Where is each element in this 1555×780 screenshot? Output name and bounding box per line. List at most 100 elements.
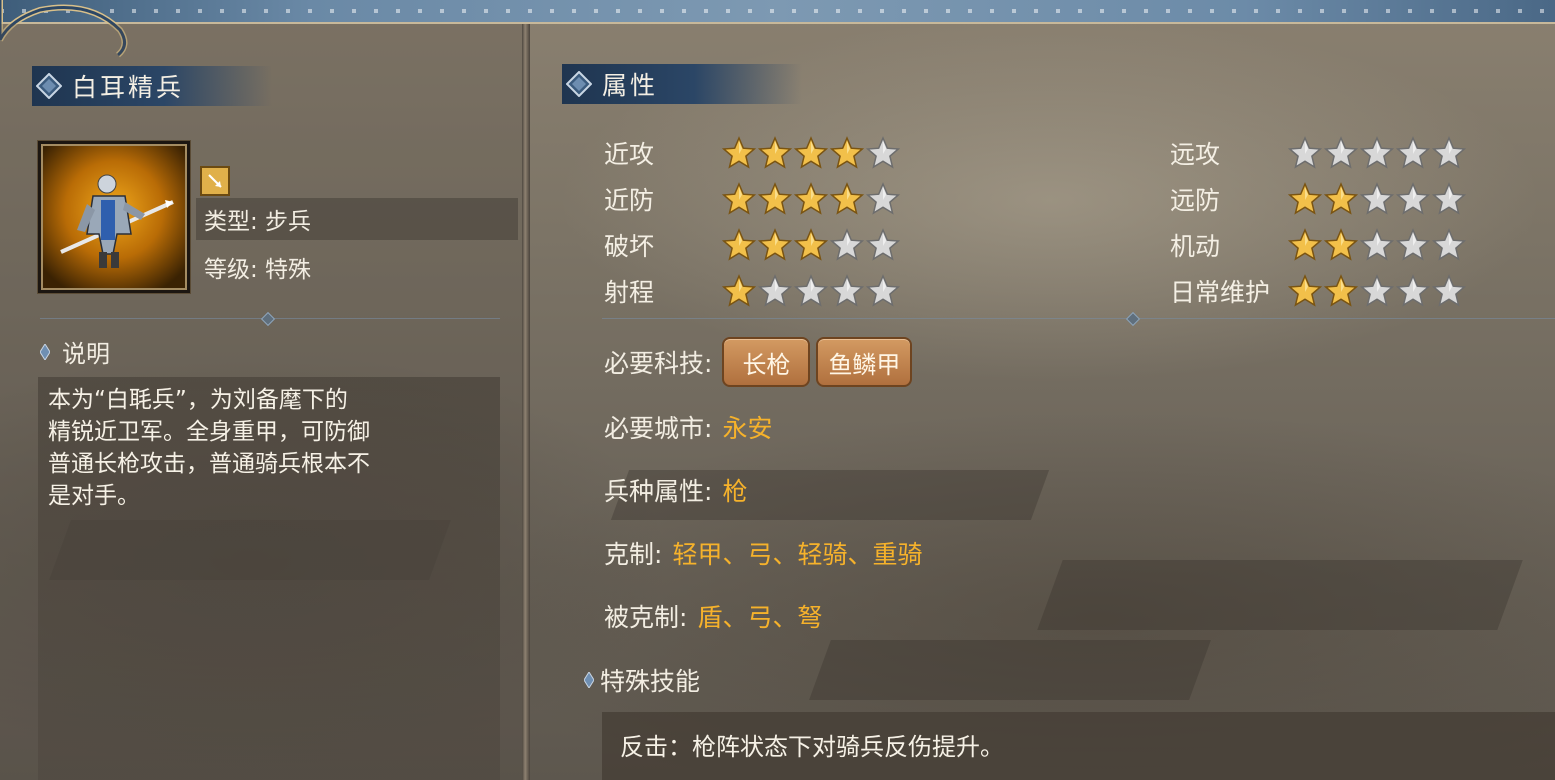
tech-button-scale-armor[interactable]: 鱼鳞甲 [816,337,913,387]
top-ornament-strip [0,0,1555,24]
panel-divider [522,24,530,780]
star-empty-icon [830,274,864,307]
special-skill-heading-label: 特殊技能 [600,667,701,696]
unit-class-label: 兵种属性: [604,477,713,506]
star-rating [722,228,900,262]
required-tech-label: 必要科技: [604,349,713,378]
star-filled-icon [830,182,864,215]
star-empty-icon [758,274,792,307]
attribute-label: 近防 [604,179,654,219]
required-city-row: 必要城市: 永安 [604,407,772,447]
star-empty-icon [830,228,864,261]
unit-level: 等级: 特殊 [196,246,518,288]
attribute-name: 破坏 [604,232,655,261]
star-empty-icon [866,274,900,307]
counters-label: 克制: [604,540,663,569]
attribute-name: 射程 [604,278,655,307]
description-heading-label: 说明 [62,340,110,368]
attribute-name: 近攻 [604,140,655,169]
unit-level-label: 等级: 特殊 [204,257,312,283]
star-rating [1288,136,1466,170]
star-empty-icon [794,274,828,307]
attribute-name: 远防 [1170,186,1221,215]
special-skill-heading: 特殊技能 [584,662,700,698]
description-heading: 说明 [40,334,110,369]
countered-by-row: 被克制: 盾、弓、弩 [604,596,822,636]
unit-name-header: 白耳精兵 [32,66,272,106]
attribute-name: 机动 [1170,232,1221,261]
star-empty-icon [1288,136,1322,169]
small-diamond-icon [40,343,50,360]
star-filled-icon [758,182,792,215]
star-filled-icon [722,182,756,215]
small-diamond-icon [584,672,594,688]
star-rating [722,136,900,170]
attribute-name: 近防 [604,186,655,215]
attribute-label: 近攻 [604,133,654,173]
star-rating [1288,228,1466,262]
star-filled-icon [794,182,828,215]
star-empty-icon [1396,182,1430,215]
star-filled-icon [722,228,756,261]
star-empty-icon [1432,182,1466,215]
attribute-label: 破坏 [604,225,654,265]
star-empty-icon [866,182,900,215]
required-city-value: 永安 [722,414,773,443]
star-empty-icon [1360,228,1394,261]
required-city-label: 必要城市: [604,414,713,443]
star-filled-icon [1288,182,1322,215]
star-filled-icon [1324,274,1358,307]
star-filled-icon [1288,228,1322,261]
soldier-figure-icon [60,174,174,268]
star-empty-icon [1432,136,1466,169]
star-filled-icon [794,228,828,261]
star-rating [722,182,900,216]
attribute-label: 机动 [1170,225,1220,265]
star-filled-icon [1324,228,1358,261]
description-line: 本为“白毦兵”，为刘备麾下的 [48,387,348,413]
counters-row: 克制: 轻甲、弓、轻骑、重骑 [604,533,922,573]
weapon-badge-icon [200,166,230,196]
unit-class-value: 枪 [722,477,748,506]
attribute-name: 日常维护 [1170,278,1271,307]
star-rating [722,274,900,308]
star-empty-icon [1396,228,1430,261]
star-rating [1288,182,1466,216]
section-divider [602,318,1555,319]
attribute-label: 远攻 [1170,133,1220,173]
special-skill-text: 反击：枪阵状态下对骑兵反伤提升。 [620,733,1004,761]
star-empty-icon [1324,136,1358,169]
unit-type-label: 类型: 步兵 [204,209,312,235]
star-empty-icon [1360,136,1394,169]
star-filled-icon [758,136,792,169]
description-line: 精锐近卫军。全身重甲，可防御 [48,419,370,445]
description-line: 是对手。 [48,483,140,509]
star-filled-icon [794,136,828,169]
countered-by-value: 盾、弓、弩 [697,603,823,632]
unit-portrait [38,141,190,293]
unit-class-row: 兵种属性: 枪 [604,470,747,510]
star-empty-icon [1396,274,1430,307]
attribute-label: 射程 [604,271,654,311]
description-text: 本为“白毦兵”，为刘备麾下的 精锐近卫军。全身重甲，可防御 普通长枪攻击，普通骑… [48,384,458,512]
unit-name: 白耳精兵 [72,73,185,102]
counters-value: 轻甲、弓、轻骑、重骑 [672,540,923,569]
attribute-name: 远攻 [1170,140,1221,169]
diamond-gem-icon [36,73,62,99]
star-empty-icon [1396,136,1430,169]
star-filled-icon [758,228,792,261]
star-filled-icon [830,136,864,169]
diamond-gem-icon [566,71,592,97]
description-line: 普通长枪攻击，普通骑兵根本不 [48,451,370,477]
star-filled-icon [1288,274,1322,307]
attribute-label: 远防 [1170,179,1220,219]
star-filled-icon [722,274,756,307]
star-filled-icon [722,136,756,169]
required-tech-row: 必要科技: 长枪 鱼鳞甲 [604,337,913,387]
countered-by-label: 被克制: [604,603,688,632]
star-empty-icon [1432,228,1466,261]
attributes-header: 属性 [562,64,802,104]
attribute-label: 日常维护 [1170,271,1270,311]
star-empty-icon [1360,182,1394,215]
tech-button-spear[interactable]: 长枪 [722,337,811,387]
